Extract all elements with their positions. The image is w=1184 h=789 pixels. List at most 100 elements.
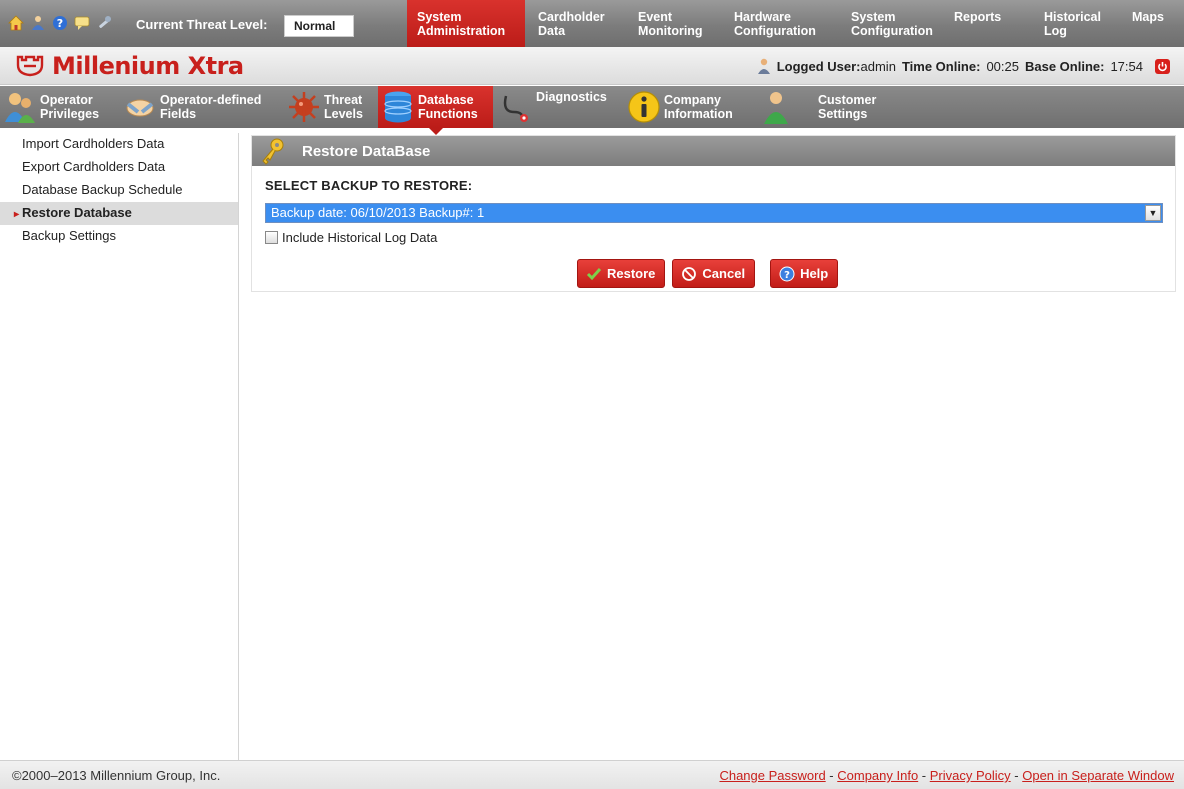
help-button-label: Help	[800, 266, 829, 281]
svg-text:?: ?	[784, 270, 790, 281]
sidebar-item-restore-database[interactable]: ▸ Restore Database	[0, 202, 238, 225]
company-info-link[interactable]: Company Info	[837, 768, 918, 783]
subnav-threat-levels[interactable]: Threat Levels	[284, 86, 374, 128]
nav-label: Event	[638, 10, 673, 24]
panel-title: Restore DataBase	[302, 142, 431, 160]
nav-system-administration[interactable]: System Administration	[407, 0, 525, 54]
logo: Millenium Xtra	[16, 53, 244, 79]
users-icon[interactable]	[30, 15, 46, 31]
nav-maps[interactable]: Maps	[1122, 0, 1184, 47]
nav-cardholder-data[interactable]: Cardholder Data	[528, 0, 620, 47]
keys-icon	[262, 138, 284, 165]
subnav-label: Fields	[160, 107, 197, 121]
sub-nav-bar: Operator Privileges Operator-defined Field…	[0, 86, 1184, 135]
arrow-right-icon: ▸	[14, 209, 20, 220]
sidebar-item-backup-settings[interactable]: Backup Settings	[0, 225, 238, 248]
nav-hardware-configuration[interactable]: Hardware Configuration	[724, 0, 834, 47]
logged-user-label: Logged User:	[776, 58, 861, 74]
footer: ©2000–2013 Millennium Group, Inc. Change…	[0, 760, 1184, 789]
chat-icon[interactable]	[74, 15, 90, 31]
brand-bar: Millenium Xtra Logged User:admin Time On…	[0, 47, 1184, 85]
subnav-label: Company	[664, 93, 721, 107]
nav-reports[interactable]: Reports	[944, 0, 1024, 47]
restore-button-label: Restore	[607, 266, 656, 281]
backup-select[interactable]: Backup date: 06/10/2013 Backup#: 1 ▼	[265, 203, 1163, 223]
subnav-company-information[interactable]: Company Information	[624, 86, 756, 128]
threat-level-value: Normal	[284, 15, 354, 37]
help-icon: ?	[779, 266, 795, 281]
footer-links: Change Password - Company Info - Privacy…	[719, 768, 1174, 783]
cancel-button-label: Cancel	[702, 266, 746, 281]
home-icon[interactable]	[8, 15, 24, 31]
panel-body: SELECT BACKUP TO RESTORE: Backup date: 0…	[252, 166, 1175, 257]
backup-select-value: Backup date: 06/10/2013 Backup#: 1	[271, 205, 485, 220]
tools-icon[interactable]	[96, 15, 112, 31]
panel-header: Restore DataBase	[252, 136, 1175, 166]
nav-label: System	[851, 10, 896, 24]
sidebar-item-import-cardholders[interactable]: Import Cardholders Data	[0, 133, 238, 156]
logout-power-icon[interactable]	[1155, 58, 1170, 74]
castle-icon	[16, 55, 44, 77]
nav-label: Administration	[417, 24, 506, 38]
sidebar-item-backup-schedule[interactable]: Database Backup Schedule	[0, 179, 238, 202]
restore-button[interactable]: Restore	[577, 259, 666, 288]
action-buttons: Restore Cancel ? Help	[577, 259, 839, 288]
open-separate-window-link[interactable]: Open in Separate Window	[1022, 768, 1174, 783]
customer-icon	[764, 92, 788, 124]
handshake-icon	[126, 99, 154, 117]
subnav-label: Privileges	[40, 107, 100, 121]
session-status: Logged User:admin Time Online: 00:25 Bas…	[757, 58, 1170, 74]
help-button[interactable]: ? Help	[770, 259, 839, 288]
nav-label: Reports	[954, 10, 1002, 24]
link-separator: -	[825, 768, 838, 783]
cancel-button[interactable]: Cancel	[672, 259, 756, 288]
subnav-customer-settings[interactable]: Customer Settings	[756, 86, 876, 128]
dropdown-arrow-icon[interactable]: ▼	[1145, 205, 1161, 221]
subnav-label: Information	[664, 107, 733, 121]
top-nav-bar: ? Current Threat Level: Normal System Ad…	[0, 0, 1184, 54]
privacy-policy-link[interactable]: Privacy Policy	[930, 768, 1011, 783]
nav-label: Cardholder	[538, 10, 605, 24]
help-icon[interactable]: ?	[52, 15, 68, 31]
operators-icon	[5, 93, 35, 123]
time-online-label: Time Online:	[901, 58, 981, 74]
user-icon	[757, 58, 770, 74]
nav-label: Hardware	[734, 10, 791, 24]
sidebar-item-export-cardholders[interactable]: Export Cardholders Data	[0, 156, 238, 179]
subnav-operator-defined-fields[interactable]: Operator-defined Fields	[120, 86, 282, 128]
nav-system-configuration[interactable]: System Configuration	[841, 0, 951, 47]
subnav-label: Functions	[418, 107, 478, 121]
base-online-label: Base Online:	[1024, 58, 1105, 74]
nav-label: System	[417, 10, 462, 24]
stethoscope-icon	[503, 95, 528, 122]
logged-user-value: admin	[860, 58, 896, 74]
include-historical-checkbox[interactable]	[265, 231, 278, 244]
subnav-label: Operator	[40, 93, 93, 107]
subnav-label: Threat	[324, 93, 363, 107]
nav-historical-log[interactable]: Historical Log	[1034, 0, 1114, 47]
nav-label: Monitoring	[638, 24, 703, 38]
subnav-database-functions[interactable]: Database Functions	[378, 86, 493, 135]
nav-label: Maps	[1132, 10, 1164, 24]
info-icon	[628, 91, 660, 123]
nav-event-monitoring[interactable]: Event Monitoring	[628, 0, 718, 47]
nav-label: Configuration	[734, 24, 816, 38]
subnav-operator-privileges[interactable]: Operator Privileges	[0, 86, 118, 128]
subnav-diagnostics[interactable]: Diagnostics	[496, 86, 624, 128]
logo-text: Millenium Xtra	[52, 52, 244, 80]
link-separator: -	[918, 768, 930, 783]
include-historical-label: Include Historical Log Data	[282, 230, 438, 245]
database-icon	[384, 91, 412, 123]
subnav-label: Operator-defined	[160, 93, 262, 107]
restore-panel: Restore DataBase SELECT BACKUP TO RESTOR…	[251, 135, 1176, 292]
change-password-link[interactable]: Change Password	[719, 768, 825, 783]
svg-text:?: ?	[57, 17, 63, 30]
copyright: ©2000–2013 Millennium Group, Inc.	[12, 768, 221, 783]
quick-icons: ?	[8, 15, 112, 31]
time-online-value: 00:25	[986, 58, 1019, 74]
threat-virus-icon	[289, 92, 319, 122]
subnav-label: Database	[418, 93, 474, 107]
checkmark-icon	[586, 267, 602, 280]
nav-label: Historical	[1044, 10, 1101, 24]
nav-label: Log	[1044, 24, 1067, 38]
